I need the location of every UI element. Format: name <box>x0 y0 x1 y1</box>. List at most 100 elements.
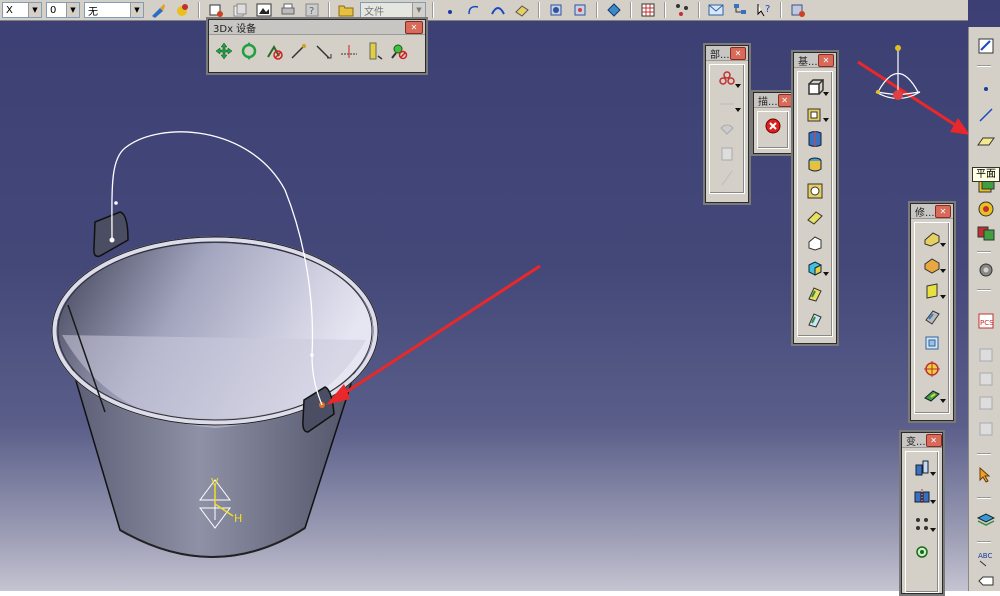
print-icon[interactable] <box>279 1 297 19</box>
sketch-icon[interactable] <box>976 36 996 56</box>
pattern-icon[interactable] <box>911 513 936 535</box>
view-icon-2[interactable] <box>571 1 589 19</box>
solid-combine-icon[interactable] <box>804 258 829 280</box>
boolean-icon[interactable] <box>976 223 996 243</box>
tag-icon[interactable] <box>976 571 996 591</box>
mail-icon[interactable] <box>707 1 725 19</box>
magnify-icon[interactable] <box>388 40 410 62</box>
chevron-down-icon[interactable]: ▼ <box>66 3 79 17</box>
line-icon[interactable] <box>976 105 996 125</box>
disabled-tool-icon-4 <box>716 167 738 189</box>
line-icon[interactable] <box>313 40 335 62</box>
close-icon[interactable]: ✕ <box>935 204 951 218</box>
rib-icon[interactable] <box>804 206 826 228</box>
mirror-icon[interactable] <box>911 485 936 507</box>
panel-basic-features[interactable]: 基... ✕ <box>793 52 837 344</box>
disabled-icon-2 <box>976 369 996 389</box>
close-icon[interactable]: ✕ <box>925 433 942 447</box>
chamfer-icon[interactable] <box>921 254 946 276</box>
toolbar-separator <box>977 289 991 291</box>
toolbar-separator <box>780 2 782 18</box>
zoom-line-icon[interactable] <box>288 40 310 62</box>
close-icon[interactable]: ✕ <box>405 20 423 34</box>
pocket-icon[interactable] <box>804 103 829 125</box>
toolbar-separator <box>596 2 598 18</box>
shell-icon[interactable] <box>921 306 943 328</box>
linetype-combo[interactable]: 0 ▼ <box>46 2 80 18</box>
render-icon[interactable] <box>605 1 623 19</box>
copy-icon[interactable] <box>231 1 249 19</box>
top-toolbar: X ▼ 0 ▼ 无 ▼ ? 文件 ▼ ? <box>0 0 968 21</box>
file-combo[interactable]: 文件 ▼ <box>360 2 426 18</box>
groove-icon[interactable] <box>804 154 826 176</box>
style-combo[interactable]: 无 ▼ <box>84 2 144 18</box>
point-icon[interactable] <box>976 79 996 99</box>
chevron-down-icon[interactable]: ▼ <box>130 3 143 17</box>
close-icon[interactable]: ✕ <box>777 93 792 107</box>
panel-title: 基... <box>798 56 818 68</box>
panel-sketch[interactable]: 部... ✕ <box>705 45 749 203</box>
close-icon[interactable]: ✕ <box>818 53 834 67</box>
removed-multi-section-icon[interactable] <box>804 309 826 331</box>
panel-title: 描... <box>758 96 778 108</box>
pcs-icon[interactable]: PCS <box>976 311 996 331</box>
panel-3dx-device[interactable]: 3Dx 设备 ✕ <box>208 19 426 73</box>
thickness-icon[interactable] <box>921 332 943 354</box>
pad-icon[interactable] <box>804 77 829 99</box>
axis-h-label: H <box>234 512 242 525</box>
scaling-icon[interactable] <box>911 541 933 563</box>
panel-title: 3Dx 设备 <box>213 23 257 35</box>
help-icon[interactable]: ? <box>303 1 321 19</box>
catalog-icon[interactable] <box>789 1 807 19</box>
properties-icon[interactable] <box>207 1 225 19</box>
slot-icon[interactable] <box>804 232 826 254</box>
part-body-icon[interactable] <box>976 199 996 219</box>
text-abc-icon[interactable]: ABC <box>976 549 996 569</box>
grid-icon[interactable] <box>639 1 657 19</box>
layers-icon[interactable] <box>976 509 996 529</box>
arc-icon[interactable] <box>465 1 483 19</box>
target-icon[interactable] <box>921 358 943 380</box>
sketch-points-icon[interactable] <box>716 69 741 91</box>
walk-icon[interactable] <box>263 40 285 62</box>
panel-modify[interactable]: 修... ✕ <box>910 203 954 421</box>
svg-text:?: ? <box>309 6 314 17</box>
view-icon[interactable] <box>547 1 565 19</box>
brush-icon[interactable] <box>149 1 167 19</box>
compass-icon[interactable] <box>875 45 921 100</box>
image-icon[interactable] <box>255 1 273 19</box>
translate-icon[interactable] <box>911 457 936 479</box>
svg-text:PCS: PCS <box>980 319 994 327</box>
paint-icon[interactable] <box>173 1 191 19</box>
toolbar-separator <box>977 497 991 499</box>
cancel-icon[interactable] <box>762 115 784 137</box>
hole-icon[interactable] <box>804 180 826 202</box>
chevron-down-icon[interactable]: ▼ <box>28 3 41 17</box>
surface-icon[interactable] <box>513 1 531 19</box>
panel-constraint[interactable]: 描... ✕ <box>753 92 793 154</box>
rotate-icon[interactable] <box>238 40 260 62</box>
point-icon[interactable] <box>441 1 459 19</box>
bucket-model[interactable]: V H <box>0 0 1000 591</box>
tree-icon[interactable] <box>731 1 749 19</box>
context-help-icon[interactable]: ? <box>755 1 773 19</box>
plane-icon[interactable] <box>976 132 996 152</box>
3d-viewport[interactable]: V H X ▼ 0 ▼ 无 ▼ ? 文件 ▼ ? 3Dx 设备 ✕ 部... ✕… <box>0 0 1000 594</box>
ruler-icon[interactable] <box>363 40 385 62</box>
curve-icon[interactable] <box>489 1 507 19</box>
fillet-icon[interactable] <box>921 228 946 250</box>
panel-transform[interactable]: 变... ✕ <box>901 432 943 594</box>
move-icon[interactable] <box>213 40 235 62</box>
scatter-icon[interactable] <box>673 1 691 19</box>
dimension-icon[interactable] <box>338 40 360 62</box>
shaft-icon[interactable] <box>804 129 826 151</box>
draft-icon[interactable] <box>921 280 946 302</box>
close-icon[interactable]: ✕ <box>730 46 746 60</box>
gear-icon[interactable] <box>976 260 996 280</box>
thread-icon[interactable] <box>921 384 946 406</box>
multi-section-icon[interactable] <box>804 283 826 305</box>
select-cursor-icon[interactable] <box>976 465 996 485</box>
folder-icon[interactable] <box>337 1 355 19</box>
layer-combo[interactable]: X ▼ <box>2 2 42 18</box>
chevron-down-icon[interactable]: ▼ <box>412 3 425 17</box>
